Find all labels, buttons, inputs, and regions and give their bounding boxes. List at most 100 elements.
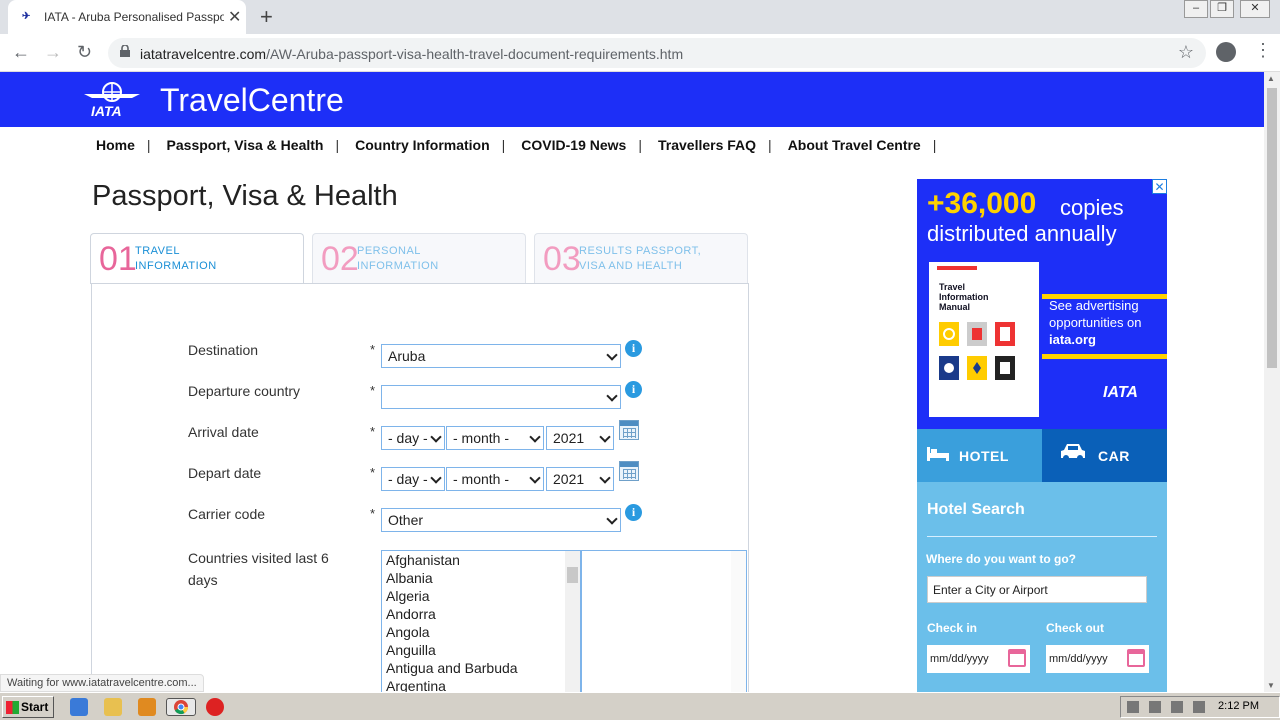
list-item[interactable]: Algeria [382,587,580,605]
step-number: 03 [543,240,581,278]
required-asterisk: * [370,342,376,357]
scroll-down-icon[interactable]: ▼ [1267,681,1275,690]
svg-text:IATA: IATA [91,103,122,119]
arrival-month-select[interactable]: - month - [446,426,544,450]
nav-travellers-faq[interactable]: Travellers FAQ [658,137,756,157]
windows-taskbar: Start 2:12 PM [0,692,1280,720]
nav-passport-visa-health[interactable]: Passport, Visa & Health [167,137,324,157]
manual-cover-image: Travel Information Manual [929,262,1039,417]
selected-countries-listbox[interactable] [581,550,747,692]
list-item[interactable]: Afghanistan [382,551,580,569]
step-2-tab[interactable]: 02 PERSONAL INFORMATION [312,233,526,283]
nav-country-information[interactable]: Country Information [355,137,490,157]
volume-icon[interactable] [1149,701,1161,713]
list-item[interactable]: Anguilla [382,641,580,659]
profile-avatar-icon[interactable] [1216,42,1236,62]
depart-day-select[interactable]: - day - [381,467,445,491]
menu-kebab-icon[interactable]: ⋮ [1254,40,1272,61]
address-bar[interactable]: iatatravelcentre.com/AW-Aruba-passport-v… [108,38,1206,68]
departure-info-icon[interactable]: i [625,381,642,398]
site-brand[interactable]: TravelCentre [160,82,344,119]
carrier-info-icon[interactable]: i [625,504,642,521]
hotel-booking-widget: HOTEL CAR Hotel Search Where do you want… [917,429,1167,692]
list-item[interactable]: Andorra [382,605,580,623]
clock: 2:12 PM [1218,700,1259,712]
system-tray: 2:12 PM [1120,696,1280,718]
destination-question: Where do you want to go? [926,552,1076,566]
browser-tab[interactable]: ✈ IATA - Aruba Personalised Passport, V … [8,0,246,34]
browser-tabstrip: ✈ IATA - Aruba Personalised Passport, V … [0,0,1280,34]
check-out-label: Check out [1046,621,1105,635]
depart-calendar-icon[interactable] [619,461,639,481]
countries-listbox[interactable]: Afghanistan Albania Algeria Andorra Ango… [381,550,581,692]
list-item[interactable]: Argentina [382,677,580,692]
list-item[interactable]: Angola [382,623,580,641]
tab-car[interactable]: CAR [1042,429,1167,482]
tab-car-label: CAR [1098,448,1130,464]
ad-close-icon[interactable]: ✕ [1152,179,1167,194]
health-icon [939,356,959,380]
step-1-tab[interactable]: 01 TRAVEL INFORMATION [90,233,304,284]
reload-icon[interactable]: ↻ [77,42,92,63]
bed-icon [927,447,949,461]
scrollbar-thumb[interactable] [1267,88,1277,368]
media-player-icon[interactable] [138,698,156,716]
car-icon [1061,444,1085,461]
nav-separator: | [335,137,340,153]
arrival-date-label: Arrival date [188,424,259,440]
bookmark-star-icon[interactable]: ☆ [1178,42,1194,63]
lock-icon [120,45,130,57]
network-icon[interactable] [1171,701,1183,713]
arrival-day-select[interactable]: - day - [381,426,445,450]
nav-covid-news[interactable]: COVID-19 News [521,137,626,157]
listbox-scrollbar[interactable] [731,551,746,692]
shield-app-icon[interactable] [206,698,224,716]
folder-icon[interactable] [104,698,122,716]
minimize-button[interactable]: – [1184,0,1208,18]
nav-about-travel-centre[interactable]: About Travel Centre [788,137,921,157]
iata-logo-icon: IATA [84,82,140,119]
calendar-icon[interactable] [1127,649,1145,667]
depart-month-select[interactable]: - month - [446,467,544,491]
advertisement-banner[interactable]: ✕ +36,000 copies distributed annually Tr… [917,179,1167,429]
ad-yellow-band [1042,354,1167,359]
browser-status-bar: Waiting for www.iatatravelcentre.com... [0,674,204,692]
nav-separator: | [932,137,937,153]
forward-icon[interactable]: → [44,42,62,63]
back-icon[interactable]: ← [12,42,30,63]
destination-select[interactable]: Aruba [381,344,621,368]
depart-year-select[interactable]: 2021 [546,467,614,491]
list-item[interactable]: Antigua and Barbuda [382,659,580,677]
customs-icon [967,356,987,380]
required-asterisk: * [370,383,376,398]
flag-icon[interactable] [1193,701,1205,713]
carrier-code-select[interactable]: Other [381,508,621,532]
hotel-search-title: Hotel Search [927,501,1025,518]
tab-close-icon[interactable]: ✕ [228,7,241,27]
calendar-icon[interactable] [1008,649,1026,667]
page-scrollbar[interactable]: ▲ ▼ [1264,72,1280,692]
destination-label: Destination [188,342,259,358]
departure-country-select[interactable] [381,385,621,409]
check-in-input[interactable]: mm/dd/yyyy [927,645,1030,673]
check-out-input[interactable]: mm/dd/yyyy [1046,645,1149,673]
destination-info-icon[interactable]: i [625,340,642,357]
tab-hotel[interactable]: HOTEL [917,429,1042,482]
start-button[interactable]: Start [2,696,54,718]
restore-button[interactable]: ❐ [1210,0,1234,18]
arrival-calendar-icon[interactable] [619,420,639,440]
ad-subheadline: distributed annually [927,221,1117,246]
list-item[interactable]: Albania [382,569,580,587]
iata-favicon-icon: ✈ [22,11,31,22]
nav-home[interactable]: Home [96,137,135,157]
new-tab-icon[interactable]: + [260,4,273,30]
window-close-button[interactable]: ✕ [1240,0,1270,18]
arrival-year-select[interactable]: 2021 [546,426,614,450]
ie-icon[interactable] [70,698,88,716]
city-airport-input[interactable]: Enter a City or Airport [927,576,1147,603]
tray-arrow-icon[interactable] [1127,701,1139,713]
scroll-up-icon[interactable]: ▲ [1267,74,1275,83]
chrome-taskbar-button[interactable] [166,698,196,716]
step-3-tab[interactable]: 03 RESULTS PASSPORT, VISA AND HEALTH [534,233,748,283]
listbox-scrollbar[interactable] [565,551,580,692]
